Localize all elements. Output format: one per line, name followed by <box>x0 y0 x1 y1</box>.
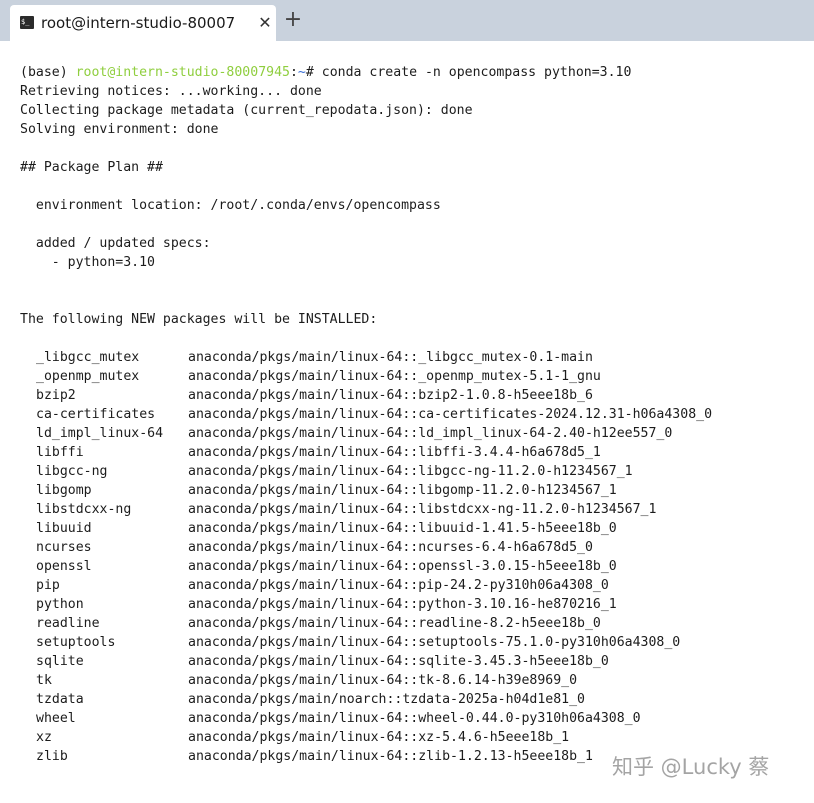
package-row: libffi anaconda/pkgs/main/linux-64::libff… <box>0 443 814 462</box>
package-source: anaconda/pkgs/main/linux-64::pip-24.2-py… <box>188 578 609 593</box>
package-source: anaconda/pkgs/main/linux-64::setuptools-… <box>188 635 681 650</box>
package-row: bzip2 anaconda/pkgs/main/linux-64::bzip2-… <box>0 386 814 405</box>
package-name: setuptools <box>36 635 116 650</box>
new-tab-button[interactable]: + <box>279 6 307 36</box>
package-name: libgcc-ng <box>36 464 108 479</box>
package-source: anaconda/pkgs/main/linux-64::libgomp-11.… <box>188 483 617 498</box>
prompt-env: (base) <box>20 65 76 80</box>
output-line: added / updated specs: <box>20 236 211 251</box>
package-name: ld_impl_linux-64 <box>36 426 164 441</box>
tab-bar: $_ root@intern-studio-80007 ✕ + <box>0 0 814 41</box>
package-row: setuptools anaconda/pkgs/main/linux-64::s… <box>0 633 814 652</box>
prompt-colon: : <box>289 65 298 80</box>
output-line: Retrieving notices: ...working... done <box>20 84 322 99</box>
package-source: anaconda/pkgs/main/linux-64::_libgcc_mut… <box>188 350 593 365</box>
package-row: python anaconda/pkgs/main/linux-64::pytho… <box>0 595 814 614</box>
package-row: readline anaconda/pkgs/main/linux-64::rea… <box>0 614 814 633</box>
package-row: libgcc-ng anaconda/pkgs/main/linux-64::li… <box>0 462 814 481</box>
output-line: Collecting package metadata (current_rep… <box>20 103 473 118</box>
package-source: anaconda/pkgs/main/linux-64::tk-8.6.14-h… <box>188 673 578 688</box>
package-name: _libgcc_mutex <box>36 350 140 365</box>
package-name: ncurses <box>36 540 92 555</box>
prompt-path: ~ <box>297 65 306 80</box>
package-row: xz anaconda/pkgs/main/linux-64::xz-5.4.6-… <box>0 728 814 747</box>
package-name: ca-certificates <box>36 407 156 422</box>
package-name: readline <box>36 616 100 631</box>
package-source: anaconda/pkgs/main/linux-64::_openmp_mut… <box>188 369 601 384</box>
package-row: tk anaconda/pkgs/main/linux-64::tk-8.6.14… <box>0 671 814 690</box>
package-source: anaconda/pkgs/main/linux-64::ld_impl_lin… <box>188 426 673 441</box>
package-name: _openmp_mutex <box>36 369 140 384</box>
package-name: libuuid <box>36 521 92 536</box>
package-source: anaconda/pkgs/main/linux-64::libuuid-1.4… <box>188 521 617 536</box>
package-name: libffi <box>36 445 84 460</box>
package-name: xz <box>36 730 52 745</box>
package-row: tzdata anaconda/pkgs/main/noarch::tzdata-… <box>0 690 814 709</box>
package-row: libuuid anaconda/pkgs/main/linux-64::libu… <box>0 519 814 538</box>
package-row: wheel anaconda/pkgs/main/linux-64::wheel-… <box>0 709 814 728</box>
package-name: libstdcxx-ng <box>36 502 132 517</box>
package-row: libgomp anaconda/pkgs/main/linux-64::libg… <box>0 481 814 500</box>
package-source: anaconda/pkgs/main/linux-64::ncurses-6.4… <box>188 540 593 555</box>
package-name: openssl <box>36 559 92 574</box>
prompt-symbol: # <box>305 65 322 80</box>
package-row: _libgcc_mutex anaconda/pkgs/main/linux-64… <box>0 348 814 367</box>
package-source: anaconda/pkgs/main/linux-64::openssl-3.0… <box>188 559 617 574</box>
terminal-tab[interactable]: $_ root@intern-studio-80007 ✕ <box>10 5 276 41</box>
package-source: anaconda/pkgs/main/linux-64::libstdcxx-n… <box>188 502 657 517</box>
package-row: libstdcxx-ng anaconda/pkgs/main/linux-64:… <box>0 500 814 519</box>
close-tab-button[interactable]: ✕ <box>257 13 273 33</box>
package-row: _openmp_mutex anaconda/pkgs/main/linux-64… <box>0 367 814 386</box>
prompt-command: conda create -n opencompass python=3.10 <box>321 65 632 80</box>
package-source: anaconda/pkgs/main/linux-64::readline-8.… <box>188 616 601 631</box>
package-name: pip <box>36 578 60 593</box>
package-source: anaconda/pkgs/main/linux-64::ca-certific… <box>188 407 713 422</box>
package-source: anaconda/pkgs/main/linux-64::python-3.10… <box>188 597 617 612</box>
package-name: wheel <box>36 711 76 726</box>
package-name: zlib <box>36 749 68 764</box>
package-source: anaconda/pkgs/main/linux-64::bzip2-1.0.8… <box>188 388 593 403</box>
package-row: ncurses anaconda/pkgs/main/linux-64::ncur… <box>0 538 814 557</box>
package-name: bzip2 <box>36 388 76 403</box>
package-row: ld_impl_linux-64 anaconda/pkgs/main/linux… <box>0 424 814 443</box>
output-line: Solving environment: done <box>20 122 219 137</box>
output-line: environment location: /root/.conda/envs/… <box>20 198 441 213</box>
package-row: sqlite anaconda/pkgs/main/linux-64::sqlit… <box>0 652 814 671</box>
output-line: The following NEW packages will be INSTA… <box>20 312 378 327</box>
package-source: anaconda/pkgs/main/linux-64::xz-5.4.6-h5… <box>188 730 570 745</box>
package-source: anaconda/pkgs/main/linux-64::sqlite-3.45… <box>188 654 609 669</box>
package-name: sqlite <box>36 654 84 669</box>
package-source: anaconda/pkgs/main/linux-64::wheel-0.44.… <box>188 711 641 726</box>
package-name: tzdata <box>36 692 84 707</box>
package-source: anaconda/pkgs/main/linux-64::zlib-1.2.13… <box>188 749 593 764</box>
package-row: openssl anaconda/pkgs/main/linux-64::open… <box>0 557 814 576</box>
prompt-user-host: root@intern-studio-80007945 <box>75 65 290 80</box>
output-line: - python=3.10 <box>20 255 155 270</box>
prompt-line: (base) root@intern-studio-80007945:~# co… <box>20 63 631 82</box>
tab-title: root@intern-studio-80007 <box>41 14 236 32</box>
package-name: tk <box>36 673 52 688</box>
terminal-output[interactable]: (base) root@intern-studio-80007945:~# co… <box>0 41 814 803</box>
package-row: pip anaconda/pkgs/main/linux-64::pip-24.2… <box>0 576 814 595</box>
output-line: ## Package Plan ## <box>20 160 163 175</box>
package-name: python <box>36 597 84 612</box>
package-name: libgomp <box>36 483 92 498</box>
terminal-icon: $_ <box>20 16 34 29</box>
package-row: ca-certificates anaconda/pkgs/main/linux-… <box>0 405 814 424</box>
package-source: anaconda/pkgs/main/noarch::tzdata-2025a-… <box>188 692 585 707</box>
package-source: anaconda/pkgs/main/linux-64::libgcc-ng-1… <box>188 464 633 479</box>
package-source: anaconda/pkgs/main/linux-64::libffi-3.4.… <box>188 445 601 460</box>
watermark: 知乎 @Lucky 蔡 <box>612 755 770 779</box>
